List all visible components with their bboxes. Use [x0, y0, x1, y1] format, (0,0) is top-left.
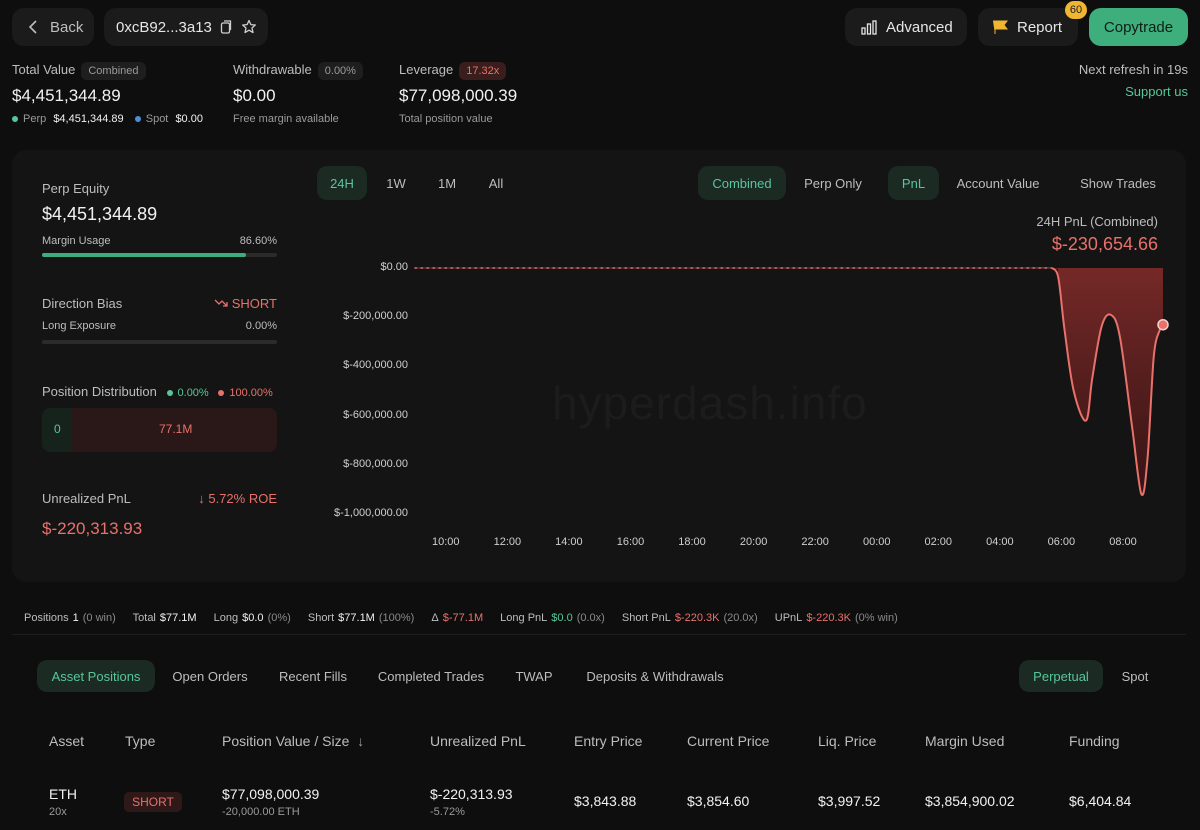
row-unrealized-pnl: $-220,313.93 — [430, 786, 513, 802]
tab-open-orders[interactable]: Open Orders — [162, 660, 258, 692]
summary-long-note: (0%) — [267, 612, 291, 624]
row-current-price: $3,854.60 — [687, 793, 750, 809]
summary-delta-value: $-77.1M — [442, 612, 484, 624]
summary-short-pnl-note: (20.0x) — [723, 612, 758, 624]
col-current-price[interactable]: Current Price — [687, 733, 769, 749]
tab-twap[interactable]: TWAP — [506, 660, 562, 692]
summary-short-note: (100%) — [378, 612, 415, 624]
col-position-value-label: Position Value / Size — [222, 733, 350, 749]
summary-long-pnl-label: Long PnL — [500, 612, 548, 624]
positions-summary: Positions 1 (0 win) Total $77.1M Long $0.0 (0… — [24, 612, 912, 624]
summary-short-pnl-label: Short PnL — [621, 612, 671, 624]
pnl-chart — [414, 267, 1169, 497]
col-entry-price[interactable]: Entry Price — [574, 733, 642, 749]
col-type[interactable]: Type — [125, 733, 155, 749]
row-pnl-pct: -5.72% — [430, 806, 465, 818]
col-funding[interactable]: Funding — [1069, 733, 1120, 749]
row-margin-used: $3,854,900.02 — [925, 793, 1015, 809]
col-liq-price[interactable]: Liq. Price — [818, 733, 876, 749]
row-leverage: 20x — [49, 806, 67, 818]
row-funding: $6,404.84 — [1069, 793, 1132, 809]
summary-short-pnl-value: $-220.3K — [674, 612, 720, 624]
summary-long-pnl-note: (0.0x) — [576, 612, 605, 624]
row-position-value: $77,098,000.39 — [222, 786, 320, 802]
row-asset: ETH — [49, 786, 77, 802]
col-margin-used[interactable]: Margin Used — [925, 733, 1004, 749]
col-unrealized-pnl[interactable]: Unrealized PnL — [430, 733, 526, 749]
divider — [12, 634, 1186, 635]
row-liq-price: $3,997.52 — [818, 793, 881, 809]
col-position-value[interactable]: Position Value / Size ↓ — [222, 733, 364, 749]
tab-recent-fills[interactable]: Recent Fills — [268, 660, 358, 692]
summary-positions-label: Positions — [24, 612, 69, 624]
row-size: -20,000.00 ETH — [222, 806, 300, 818]
summary-positions-value: 1 — [72, 612, 79, 624]
summary-long-pnl-value: $0.0 — [551, 612, 573, 624]
summary-long-value: $0.0 — [242, 612, 264, 624]
tab-completed-trades[interactable]: Completed Trades — [370, 660, 492, 692]
summary-upnl-note: (0% win) — [854, 612, 898, 624]
tab-perpetual[interactable]: Perpetual — [1019, 660, 1103, 692]
summary-total-label: Total — [132, 612, 156, 624]
tab-spot[interactable]: Spot — [1109, 660, 1161, 692]
summary-total-value: $77.1M — [159, 612, 197, 624]
summary-delta-label: Δ — [431, 612, 439, 624]
row-type-badge: SHORT — [124, 792, 182, 812]
summary-positions-note: (0 win) — [82, 612, 116, 624]
summary-upnl-value: $-220.3K — [806, 612, 851, 624]
row-entry-price: $3,843.88 — [574, 793, 637, 809]
pnl-area — [415, 267, 1163, 496]
tab-asset-positions[interactable]: Asset Positions — [37, 660, 155, 692]
tab-deposits-withdrawals[interactable]: Deposits & Withdrawals — [576, 660, 734, 692]
summary-short-label: Short — [307, 612, 335, 624]
summary-long-label: Long — [213, 612, 239, 624]
current-point[interactable] — [1157, 318, 1169, 331]
col-asset[interactable]: Asset — [49, 733, 84, 749]
summary-upnl-label: UPnL — [774, 612, 803, 624]
sort-down-icon: ↓ — [357, 733, 365, 749]
summary-short-value: $77.1M — [338, 612, 375, 624]
